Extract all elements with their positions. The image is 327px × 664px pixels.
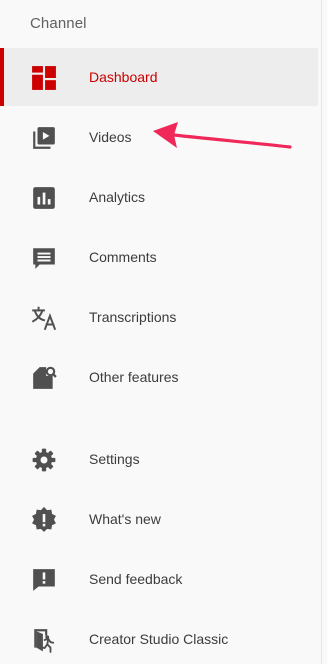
sidebar-item-comments[interactable]: Comments <box>0 228 318 286</box>
sidebar-item-label: Other features <box>89 369 179 385</box>
sidebar-item-creator-studio-classic[interactable]: Creator Studio Classic <box>0 610 318 664</box>
sidebar-item-label: Settings <box>89 451 140 467</box>
whats-new-icon <box>31 507 57 533</box>
comments-icon <box>31 245 57 271</box>
sidebar-divider <box>321 0 322 664</box>
analytics-icon <box>31 185 57 211</box>
sidebar-item-label: Transcriptions <box>89 309 177 325</box>
channel-sidebar: Channel Dashboard Videos Analytics Comme… <box>0 0 327 664</box>
transcriptions-icon <box>31 305 57 331</box>
section-title-channel: Channel <box>30 15 87 32</box>
dashboard-icon <box>31 65 57 91</box>
sidebar-item-whats-new[interactable]: What's new <box>0 490 318 548</box>
sidebar-item-send-feedback[interactable]: Send feedback <box>0 550 318 608</box>
sidebar-item-label: Analytics <box>89 189 146 205</box>
sidebar-item-label: Creator Studio Classic <box>89 631 229 647</box>
sidebar-item-dashboard[interactable]: Dashboard <box>0 48 318 106</box>
videos-icon <box>31 125 57 151</box>
sidebar-item-other-features[interactable]: Other features <box>0 348 318 406</box>
sidebar-item-transcriptions[interactable]: Transcriptions <box>0 288 318 346</box>
sidebar-item-label: What's new <box>89 511 161 527</box>
feedback-icon <box>31 567 57 593</box>
sidebar-item-label: Comments <box>89 249 157 265</box>
sidebar-item-settings[interactable]: Settings <box>0 430 318 488</box>
sidebar-item-label: Videos <box>89 129 132 145</box>
other-features-icon <box>31 365 57 391</box>
gear-icon <box>31 447 57 473</box>
creator-studio-classic-icon <box>31 627 57 653</box>
sidebar-item-label: Dashboard <box>89 69 158 85</box>
sidebar-item-analytics[interactable]: Analytics <box>0 168 318 226</box>
sidebar-item-videos[interactable]: Videos <box>0 108 318 166</box>
sidebar-item-label: Send feedback <box>89 571 183 587</box>
